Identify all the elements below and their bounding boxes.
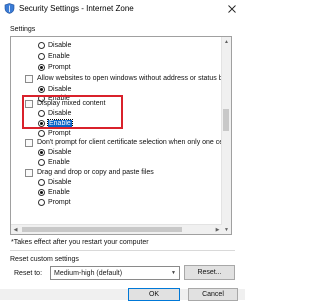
group-label: Display mixed content (37, 100, 106, 107)
reset-to-label: Reset to: (14, 270, 43, 277)
title-bar: Security Settings - Internet Zone (0, 0, 245, 18)
scroll-right-arrow-icon[interactable]: ▶ (213, 225, 222, 234)
restart-note: *Takes effect after you restart your com… (11, 239, 149, 246)
radio-button[interactable] (38, 189, 45, 196)
setting-group-icon (25, 99, 33, 108)
option-label: Prompt (48, 130, 71, 137)
horizontal-scrollbar[interactable]: ◀ ▶ (11, 224, 222, 234)
group-label: Allow websites to open windows without a… (37, 75, 223, 82)
close-button[interactable] (222, 1, 242, 16)
radio-option[interactable]: Prompt (38, 197, 71, 208)
setting-group-icon (25, 168, 33, 177)
radio-button[interactable] (38, 149, 45, 156)
scroll-up-arrow-icon[interactable]: ▲ (222, 37, 231, 46)
option-label: Enable (48, 189, 70, 196)
option-label: Prompt (48, 199, 71, 206)
radio-button[interactable] (38, 86, 45, 93)
scrollbar-thumb[interactable] (22, 227, 182, 232)
close-icon (228, 4, 236, 13)
radio-button[interactable] (38, 130, 45, 137)
ok-button[interactable]: OK (128, 288, 180, 301)
cancel-button[interactable]: Cancel (188, 288, 238, 301)
reset-button[interactable]: Reset... (184, 265, 235, 280)
radio-option[interactable]: Prompt (38, 62, 71, 73)
radio-button[interactable] (38, 110, 45, 117)
reset-level-select[interactable]: Medium-high (default) ▼ (50, 266, 180, 280)
option-label: Enable (48, 53, 70, 60)
setting-group-icon (25, 74, 33, 83)
group-label: Don't prompt for client certificate sele… (37, 139, 224, 146)
radio-button[interactable] (38, 64, 45, 71)
setting-group-icon (25, 138, 33, 147)
settings-label: Settings (10, 26, 36, 33)
reset-section-title: Reset custom settings (10, 256, 79, 263)
vertical-scrollbar[interactable]: ▲ ▼ (221, 37, 231, 234)
scroll-left-arrow-icon[interactable]: ◀ (11, 225, 20, 234)
radio-button[interactable] (38, 199, 45, 206)
group-label: Drag and drop or copy and paste files (37, 169, 154, 176)
radio-option[interactable]: Enable (38, 51, 70, 62)
chevron-down-icon: ▼ (171, 270, 176, 276)
scrollbar-thumb[interactable] (223, 109, 229, 131)
divider (10, 250, 235, 251)
option-label: Prompt (48, 64, 71, 71)
reset-level-value: Medium-high (default) (54, 269, 123, 277)
option-label: Disable (48, 42, 72, 49)
option-label: Disable (48, 86, 72, 93)
option-label: Enable (47, 119, 73, 128)
setting-group: Allow websites to open windows without a… (25, 73, 223, 84)
option-label: Disable (48, 149, 72, 156)
radio-button[interactable] (38, 179, 45, 186)
window-title: Security Settings - Internet Zone (19, 4, 134, 13)
globe-shield-icon (4, 3, 15, 14)
scroll-down-arrow-icon[interactable]: ▼ (222, 225, 231, 234)
radio-button[interactable] (38, 53, 45, 60)
radio-option[interactable]: Disable (38, 40, 71, 51)
radio-button[interactable] (38, 42, 45, 49)
option-label: Disable (48, 179, 72, 186)
option-label: Enable (48, 159, 70, 166)
radio-button[interactable] (38, 120, 45, 127)
settings-tree[interactable]: Disable Enable Prompt Allow websites to … (10, 36, 232, 235)
radio-button[interactable] (38, 159, 45, 166)
option-label: Disable (48, 110, 72, 117)
